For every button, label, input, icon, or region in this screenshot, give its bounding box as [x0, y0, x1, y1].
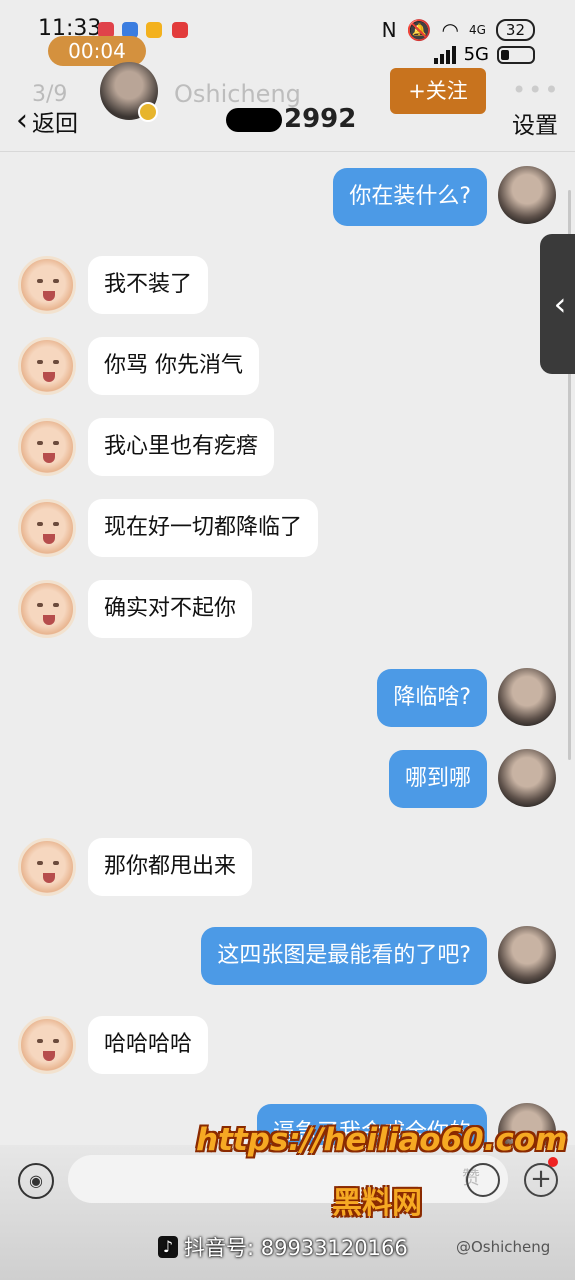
message-input[interactable]: 赞 — [68, 1155, 508, 1203]
message-bubble-incoming[interactable]: 哈哈哈哈 — [88, 1016, 209, 1074]
message-bubble-incoming[interactable]: 确实对不起你 — [88, 580, 253, 638]
signal-4g-label: 4G — [468, 23, 486, 37]
chat-title: 2992 — [284, 104, 357, 134]
message-bubble-outgoing[interactable]: 你在装什么? — [333, 168, 487, 226]
contact-message-avatar[interactable] — [18, 838, 76, 896]
battery-indicator: 32 — [495, 19, 535, 41]
message-bubble-incoming[interactable]: 现在好一切都降临了 — [88, 499, 319, 557]
weibo-notification-icon — [146, 22, 162, 38]
douyin-watermark: ♪ 抖音号: 89933120166 — [158, 1232, 408, 1262]
site-watermark: https://heiliao60.com — [196, 1122, 568, 1158]
chat-header: 3/9 ‹ 返回 Oshicheng 2992 +关注 ••• 设置 — [0, 60, 575, 152]
contact-nickname: Oshicheng — [174, 80, 301, 108]
my-avatar[interactable] — [498, 926, 556, 984]
contact-message-avatar[interactable] — [18, 499, 76, 557]
side-panel-handle[interactable]: ‹ — [540, 234, 575, 374]
settings-button[interactable]: 设置 — [512, 106, 558, 140]
contact-message-avatar[interactable] — [18, 418, 76, 476]
voice-input-icon[interactable]: ◉ — [18, 1163, 54, 1199]
my-avatar[interactable] — [498, 166, 556, 224]
message-bubble-outgoing[interactable]: 降临啥? — [377, 669, 487, 727]
more-icon[interactable]: ••• — [512, 76, 560, 104]
message-bubble-outgoing[interactable]: 哪到哪 — [388, 750, 487, 808]
message-bubble-incoming[interactable]: 你骂 你先消气 — [88, 337, 259, 395]
follow-button[interactable]: +关注 — [390, 68, 486, 114]
emoji-icon[interactable] — [466, 1163, 500, 1197]
verified-badge-icon — [138, 102, 158, 122]
douyin-logo-icon: ♪ — [158, 1236, 178, 1258]
message-bubble-incoming[interactable]: 我心里也有疙瘩 — [88, 418, 275, 476]
my-avatar[interactable] — [498, 668, 556, 726]
my-avatar[interactable] — [498, 749, 556, 807]
chevron-left-icon: ‹ — [16, 103, 28, 138]
status-bar: 11:33 N 🔕 ◠ 4G 32 — [0, 0, 575, 42]
weibo-watermark: @Oshicheng — [456, 1238, 551, 1256]
contact-message-avatar[interactable] — [18, 256, 76, 314]
douyin-id: 抖音号: 89933120166 — [184, 1236, 408, 1260]
chat-screen: 11:33 N 🔕 ◠ 4G 32 00:04 5G 3/9 ‹ 返回 Oshi… — [0, 0, 575, 1280]
wifi-icon: ◠ — [441, 18, 459, 42]
site-name-watermark: 黑料网 — [332, 1186, 422, 1221]
chevron-left-icon: ‹ — [553, 285, 567, 323]
add-attachment-icon[interactable]: + — [524, 1163, 558, 1197]
nfc-icon: N — [381, 18, 397, 42]
message-bubble-incoming[interactable]: 我不装了 — [88, 256, 209, 314]
back-label: 返回 — [32, 111, 78, 137]
message-bubble-outgoing[interactable]: 这四张图是最能看的了吧? — [201, 927, 487, 985]
news-notification-icon — [172, 22, 188, 38]
status-icons: N 🔕 ◠ 4G 32 — [382, 18, 535, 42]
contact-message-avatar[interactable] — [18, 337, 76, 395]
contact-message-avatar[interactable] — [18, 580, 76, 638]
redaction-mark — [226, 108, 282, 132]
message-bubble-incoming[interactable]: 那你都甩出来 — [88, 838, 253, 896]
contact-message-avatar[interactable] — [18, 1016, 76, 1074]
mute-icon: 🔕 — [406, 18, 432, 42]
back-button[interactable]: ‹ 返回 — [16, 104, 78, 138]
notification-dot — [548, 1157, 558, 1167]
